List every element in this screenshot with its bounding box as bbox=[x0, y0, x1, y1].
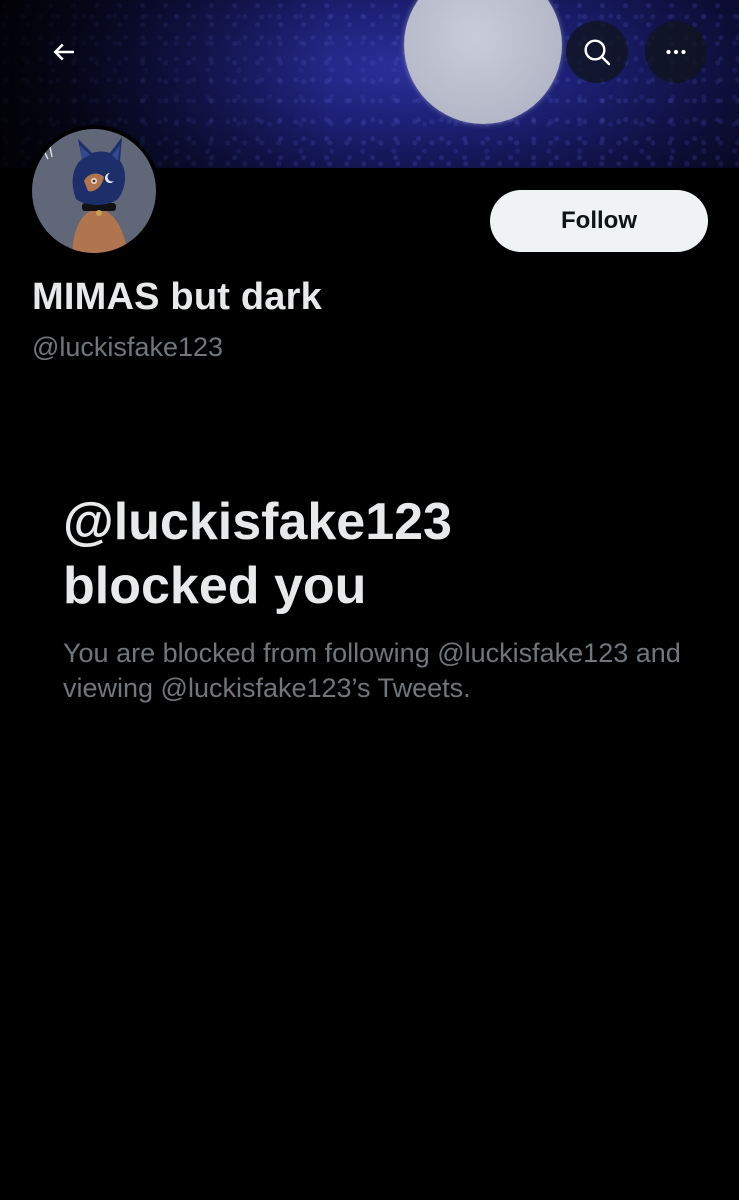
avatar-illustration bbox=[43, 137, 128, 253]
arrow-left-icon bbox=[53, 43, 74, 61]
follow-button[interactable]: Follow bbox=[490, 190, 708, 252]
blocked-heading-line1: @luckisfake123 bbox=[63, 493, 452, 551]
more-options-button[interactable] bbox=[645, 21, 707, 83]
profile-handle: @luckisfake123 bbox=[32, 332, 224, 362]
profile-display-name: MIMAS but dark bbox=[32, 276, 322, 318]
more-horizontal-icon bbox=[666, 49, 686, 55]
avatar[interactable] bbox=[28, 125, 160, 257]
back-button[interactable] bbox=[33, 21, 95, 83]
blocked-heading: @luckisfake123 blocked you bbox=[63, 490, 703, 618]
search-icon bbox=[584, 39, 611, 66]
search-button[interactable] bbox=[566, 21, 628, 83]
blocked-heading-line2: blocked you bbox=[63, 557, 367, 615]
avatar-image bbox=[32, 129, 156, 253]
profile-page: Follow MIMAS but dark @luckisfake123 @lu… bbox=[0, 0, 739, 1200]
blocked-description: You are blocked from following @luckisfa… bbox=[63, 638, 681, 703]
